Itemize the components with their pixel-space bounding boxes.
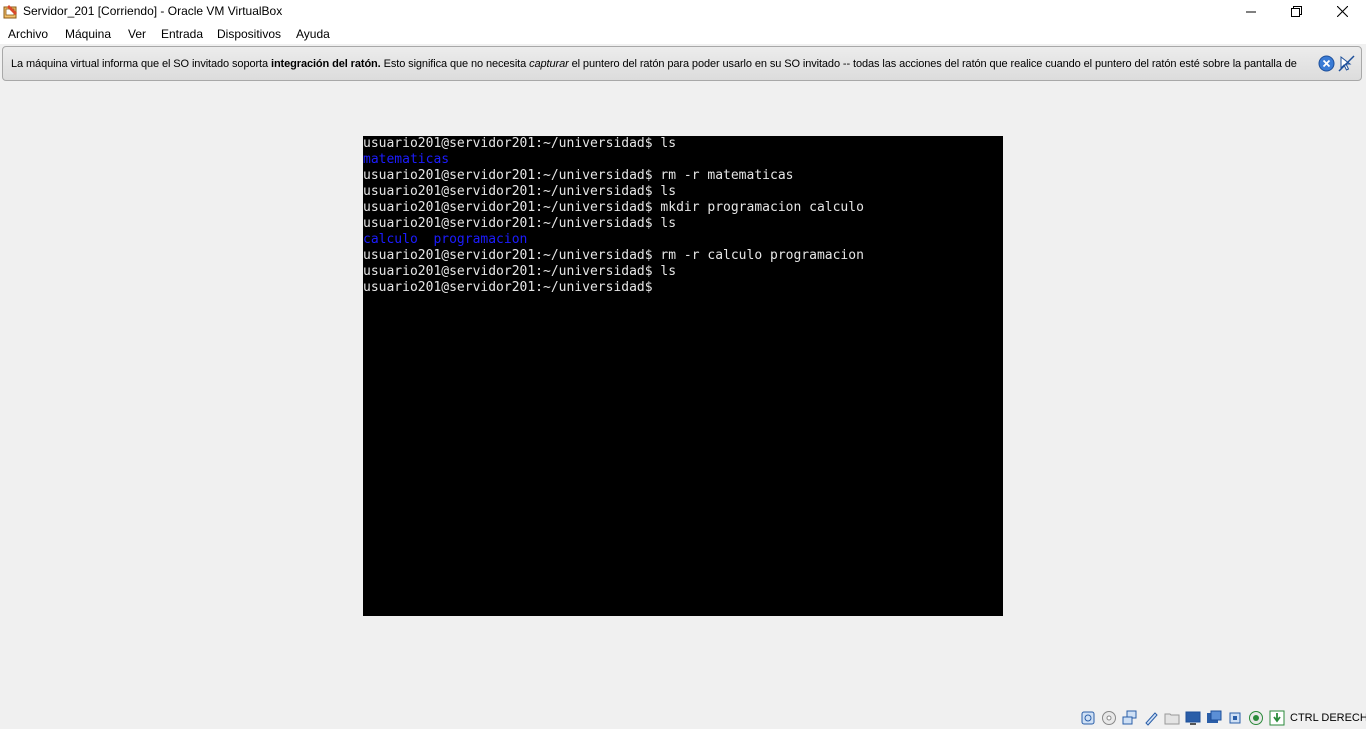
notice-text-3: el puntero del ratón para poder usarlo e… (568, 58, 1297, 70)
close-button[interactable] (1319, 0, 1365, 23)
disable-notice-icon[interactable] (1338, 55, 1355, 72)
menu-archivo[interactable]: Archivo (8, 27, 48, 41)
minimize-icon (1246, 11, 1256, 12)
status-bar: CTRL DERECHA (0, 707, 1366, 729)
vm-display[interactable]: usuario201@servidor201:~/universidad$ ls… (363, 136, 1003, 616)
menu-maquina[interactable]: Máquina (65, 27, 111, 41)
close-notice-icon[interactable] (1318, 55, 1335, 72)
close-icon (1336, 6, 1348, 17)
optical-drive-icon[interactable] (1101, 710, 1117, 726)
notice-text-bold: integración del ratón. (270, 58, 381, 70)
terminal-command-line: usuario201@servidor201:~/universidad$ mk… (363, 200, 864, 215)
menu-ver[interactable]: Ver (128, 27, 146, 41)
mouse-integration-notice: La máquina virtual informa que el SO inv… (2, 46, 1362, 81)
menu-dispositivos[interactable]: Dispositivos (217, 27, 281, 41)
recording-icon[interactable] (1248, 710, 1264, 726)
terminal-command-line: usuario201@servidor201:~/universidad$ rm… (363, 248, 864, 263)
network-icon[interactable] (1122, 710, 1138, 726)
window-title-bar: Servidor_201 [Corriendo] - Oracle VM Vir… (0, 0, 1366, 23)
terminal-command-line: usuario201@servidor201:~/universidad$ ls (363, 264, 677, 279)
terminal-output-line: calculo programacion (363, 232, 528, 247)
restore-button[interactable] (1273, 0, 1319, 23)
terminal-command-line: usuario201@servidor201:~/universidad$ ls (363, 216, 677, 231)
terminal-command-line: usuario201@servidor201:~/universidad$ ls (363, 184, 677, 199)
terminal-output-line: matematicas (363, 152, 450, 167)
video-capture-icon[interactable] (1206, 710, 1222, 726)
terminal-command-line: usuario201@servidor201:~/universidad$ (363, 280, 653, 295)
window-title: Servidor_201 [Corriendo] - Oracle VM Vir… (23, 4, 283, 18)
virtualbox-app-icon (3, 5, 17, 19)
cpu-icon[interactable] (1227, 710, 1243, 726)
usb-icon[interactable] (1143, 710, 1159, 726)
host-key-label: CTRL DERECHA (1290, 712, 1366, 724)
menu-ayuda[interactable]: Ayuda (296, 27, 330, 41)
menu-entrada[interactable]: Entrada (161, 27, 203, 41)
terminal-output: usuario201@servidor201:~/universidad$ ls… (363, 136, 864, 296)
mouse-integration-icon[interactable] (1269, 710, 1285, 726)
restore-icon (1290, 6, 1302, 17)
notice-message: La máquina virtual informa que el SO inv… (11, 58, 1297, 70)
notice-text-1: La máquina virtual informa que el SO inv… (11, 58, 271, 70)
display-icon[interactable] (1185, 710, 1201, 726)
minimize-button[interactable] (1228, 0, 1274, 23)
notice-text-italic: capturar (529, 58, 569, 70)
menu-bar: Archivo Máquina Ver Entrada Dispositivos… (0, 23, 1366, 44)
shared-folder-icon[interactable] (1164, 710, 1180, 726)
notice-text-2: Esto significa que no necesita (380, 58, 530, 70)
hard-disk-icon[interactable] (1080, 710, 1096, 726)
terminal-command-line: usuario201@servidor201:~/universidad$ ls (363, 136, 677, 151)
terminal-command-line: usuario201@servidor201:~/universidad$ rm… (363, 168, 794, 183)
